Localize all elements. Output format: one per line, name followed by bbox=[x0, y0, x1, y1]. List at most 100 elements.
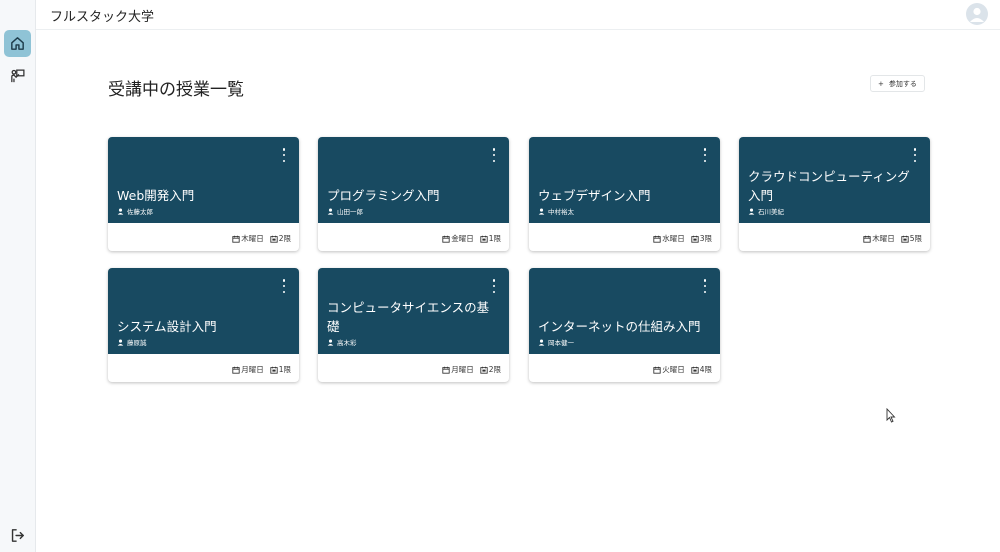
calendar-icon bbox=[232, 366, 240, 374]
sidebar-item-home[interactable] bbox=[4, 30, 31, 57]
course-schedule: 月曜日 2限 bbox=[442, 364, 501, 375]
teacher-name: 山田一郎 bbox=[337, 208, 363, 216]
course-teacher: 佐藤太郎 bbox=[117, 206, 289, 216]
course-period: 5限 bbox=[909, 234, 922, 243]
sidebar bbox=[0, 0, 36, 552]
user-avatar-icon bbox=[970, 7, 984, 22]
course-title: プログラミング入門 bbox=[327, 188, 440, 203]
period-icon bbox=[480, 366, 488, 374]
course-title: クラウドコンピューティング入門 bbox=[748, 169, 910, 203]
join-button[interactable]: + 参加する bbox=[870, 75, 925, 92]
plus-icon: + bbox=[878, 79, 884, 88]
course-schedule: 木曜日 5限 bbox=[863, 233, 922, 244]
course-period: 2限 bbox=[278, 234, 291, 243]
person-icon bbox=[327, 339, 334, 346]
person-icon bbox=[117, 208, 124, 215]
person-icon bbox=[117, 339, 124, 346]
course-title: システム設計入門 bbox=[117, 319, 217, 334]
course-teacher: 岡本健一 bbox=[538, 337, 710, 347]
period-icon bbox=[901, 235, 909, 243]
course-schedule: 金曜日 1限 bbox=[442, 233, 501, 244]
calendar-icon bbox=[653, 235, 661, 243]
more-vert-icon[interactable] bbox=[489, 279, 499, 293]
person-icon bbox=[327, 208, 334, 215]
course-card[interactable]: コンピュータサイエンスの基礎高木彩月曜日 2限 bbox=[318, 268, 509, 382]
more-vert-icon[interactable] bbox=[700, 279, 710, 293]
period-icon bbox=[270, 366, 278, 374]
course-card-header: Web開発入門佐藤太郎 bbox=[108, 137, 299, 223]
course-title: Web開発入門 bbox=[117, 188, 195, 203]
course-day: 木曜日 bbox=[872, 234, 895, 243]
sidebar-item-logout[interactable] bbox=[4, 522, 31, 549]
more-vert-icon[interactable] bbox=[489, 148, 499, 162]
course-card[interactable]: Web開発入門佐藤太郎木曜日 2限 bbox=[108, 137, 299, 251]
course-card-header: コンピュータサイエンスの基礎高木彩 bbox=[318, 268, 509, 354]
teacher-name: 岡本健一 bbox=[548, 339, 574, 347]
course-card-header: クラウドコンピューティング入門石川美紀 bbox=[739, 137, 930, 223]
person-icon bbox=[538, 339, 545, 346]
course-card[interactable]: クラウドコンピューティング入門石川美紀木曜日 5限 bbox=[739, 137, 930, 251]
course-teacher: 中村裕太 bbox=[538, 206, 710, 216]
course-period: 1限 bbox=[488, 234, 501, 243]
mouse-cursor-icon bbox=[886, 408, 896, 423]
course-teacher: 石川美紀 bbox=[748, 206, 920, 216]
course-period: 2限 bbox=[488, 365, 501, 374]
course-teacher: 高木彩 bbox=[327, 337, 499, 347]
course-title: コンピュータサイエンスの基礎 bbox=[327, 300, 490, 334]
more-vert-icon[interactable] bbox=[700, 148, 710, 162]
avatar[interactable] bbox=[966, 3, 988, 25]
person-icon bbox=[748, 208, 755, 215]
calendar-icon bbox=[863, 235, 871, 243]
period-icon bbox=[480, 235, 488, 243]
logout-icon bbox=[11, 529, 24, 542]
course-day: 火曜日 bbox=[662, 365, 685, 374]
more-vert-icon[interactable] bbox=[279, 279, 289, 293]
teacher-name: 佐藤太郎 bbox=[127, 208, 153, 216]
period-icon bbox=[691, 366, 699, 374]
more-vert-icon[interactable] bbox=[279, 148, 289, 162]
person-icon bbox=[538, 208, 545, 215]
course-card[interactable]: インターネットの仕組み入門岡本健一火曜日 4限 bbox=[529, 268, 720, 382]
course-teacher: 山田一郎 bbox=[327, 206, 499, 216]
course-schedule: 月曜日 1限 bbox=[232, 364, 291, 375]
course-card[interactable]: システム設計入門藤原誠月曜日 1限 bbox=[108, 268, 299, 382]
course-teacher: 藤原誠 bbox=[117, 337, 289, 347]
course-period: 3限 bbox=[699, 234, 712, 243]
course-title: インターネットの仕組み入門 bbox=[538, 319, 701, 334]
app-title: フルスタック大学 bbox=[50, 10, 155, 25]
calendar-icon bbox=[442, 235, 450, 243]
course-day: 水曜日 bbox=[662, 234, 685, 243]
teacher-name: 中村裕太 bbox=[548, 208, 574, 216]
course-day: 金曜日 bbox=[451, 234, 474, 243]
course-day: 月曜日 bbox=[241, 365, 264, 374]
more-vert-icon[interactable] bbox=[910, 148, 920, 162]
teacher-name: 藤原誠 bbox=[127, 339, 147, 347]
join-button-label: 参加する bbox=[888, 79, 917, 88]
page-title: 受講中の授業一覧 bbox=[108, 80, 244, 100]
course-card-header: プログラミング入門山田一郎 bbox=[318, 137, 509, 223]
course-day: 月曜日 bbox=[451, 365, 474, 374]
home-icon bbox=[11, 37, 24, 50]
course-day: 木曜日 bbox=[241, 234, 264, 243]
course-card[interactable]: ウェブデザイン入門中村裕太水曜日 3限 bbox=[529, 137, 720, 251]
course-schedule: 木曜日 2限 bbox=[232, 233, 291, 244]
period-icon bbox=[691, 235, 699, 243]
calendar-icon bbox=[232, 235, 240, 243]
course-title: ウェブデザイン入門 bbox=[538, 188, 651, 203]
top-header: フルスタック大学 bbox=[36, 0, 1000, 30]
calendar-icon bbox=[653, 366, 661, 374]
course-card-header: ウェブデザイン入門中村裕太 bbox=[529, 137, 720, 223]
course-card[interactable]: プログラミング入門山田一郎金曜日 1限 bbox=[318, 137, 509, 251]
course-card-header: インターネットの仕組み入門岡本健一 bbox=[529, 268, 720, 354]
calendar-icon bbox=[442, 366, 450, 374]
course-period: 1限 bbox=[278, 365, 291, 374]
sidebar-item-classroom[interactable] bbox=[4, 63, 31, 90]
teacher-name: 高木彩 bbox=[337, 339, 357, 347]
course-card-header: システム設計入門藤原誠 bbox=[108, 268, 299, 354]
course-schedule: 火曜日 4限 bbox=[653, 364, 712, 375]
classroom-icon bbox=[11, 69, 25, 83]
period-icon bbox=[270, 235, 278, 243]
course-schedule: 水曜日 3限 bbox=[653, 233, 712, 244]
teacher-name: 石川美紀 bbox=[758, 208, 784, 216]
course-period: 4限 bbox=[699, 365, 712, 374]
